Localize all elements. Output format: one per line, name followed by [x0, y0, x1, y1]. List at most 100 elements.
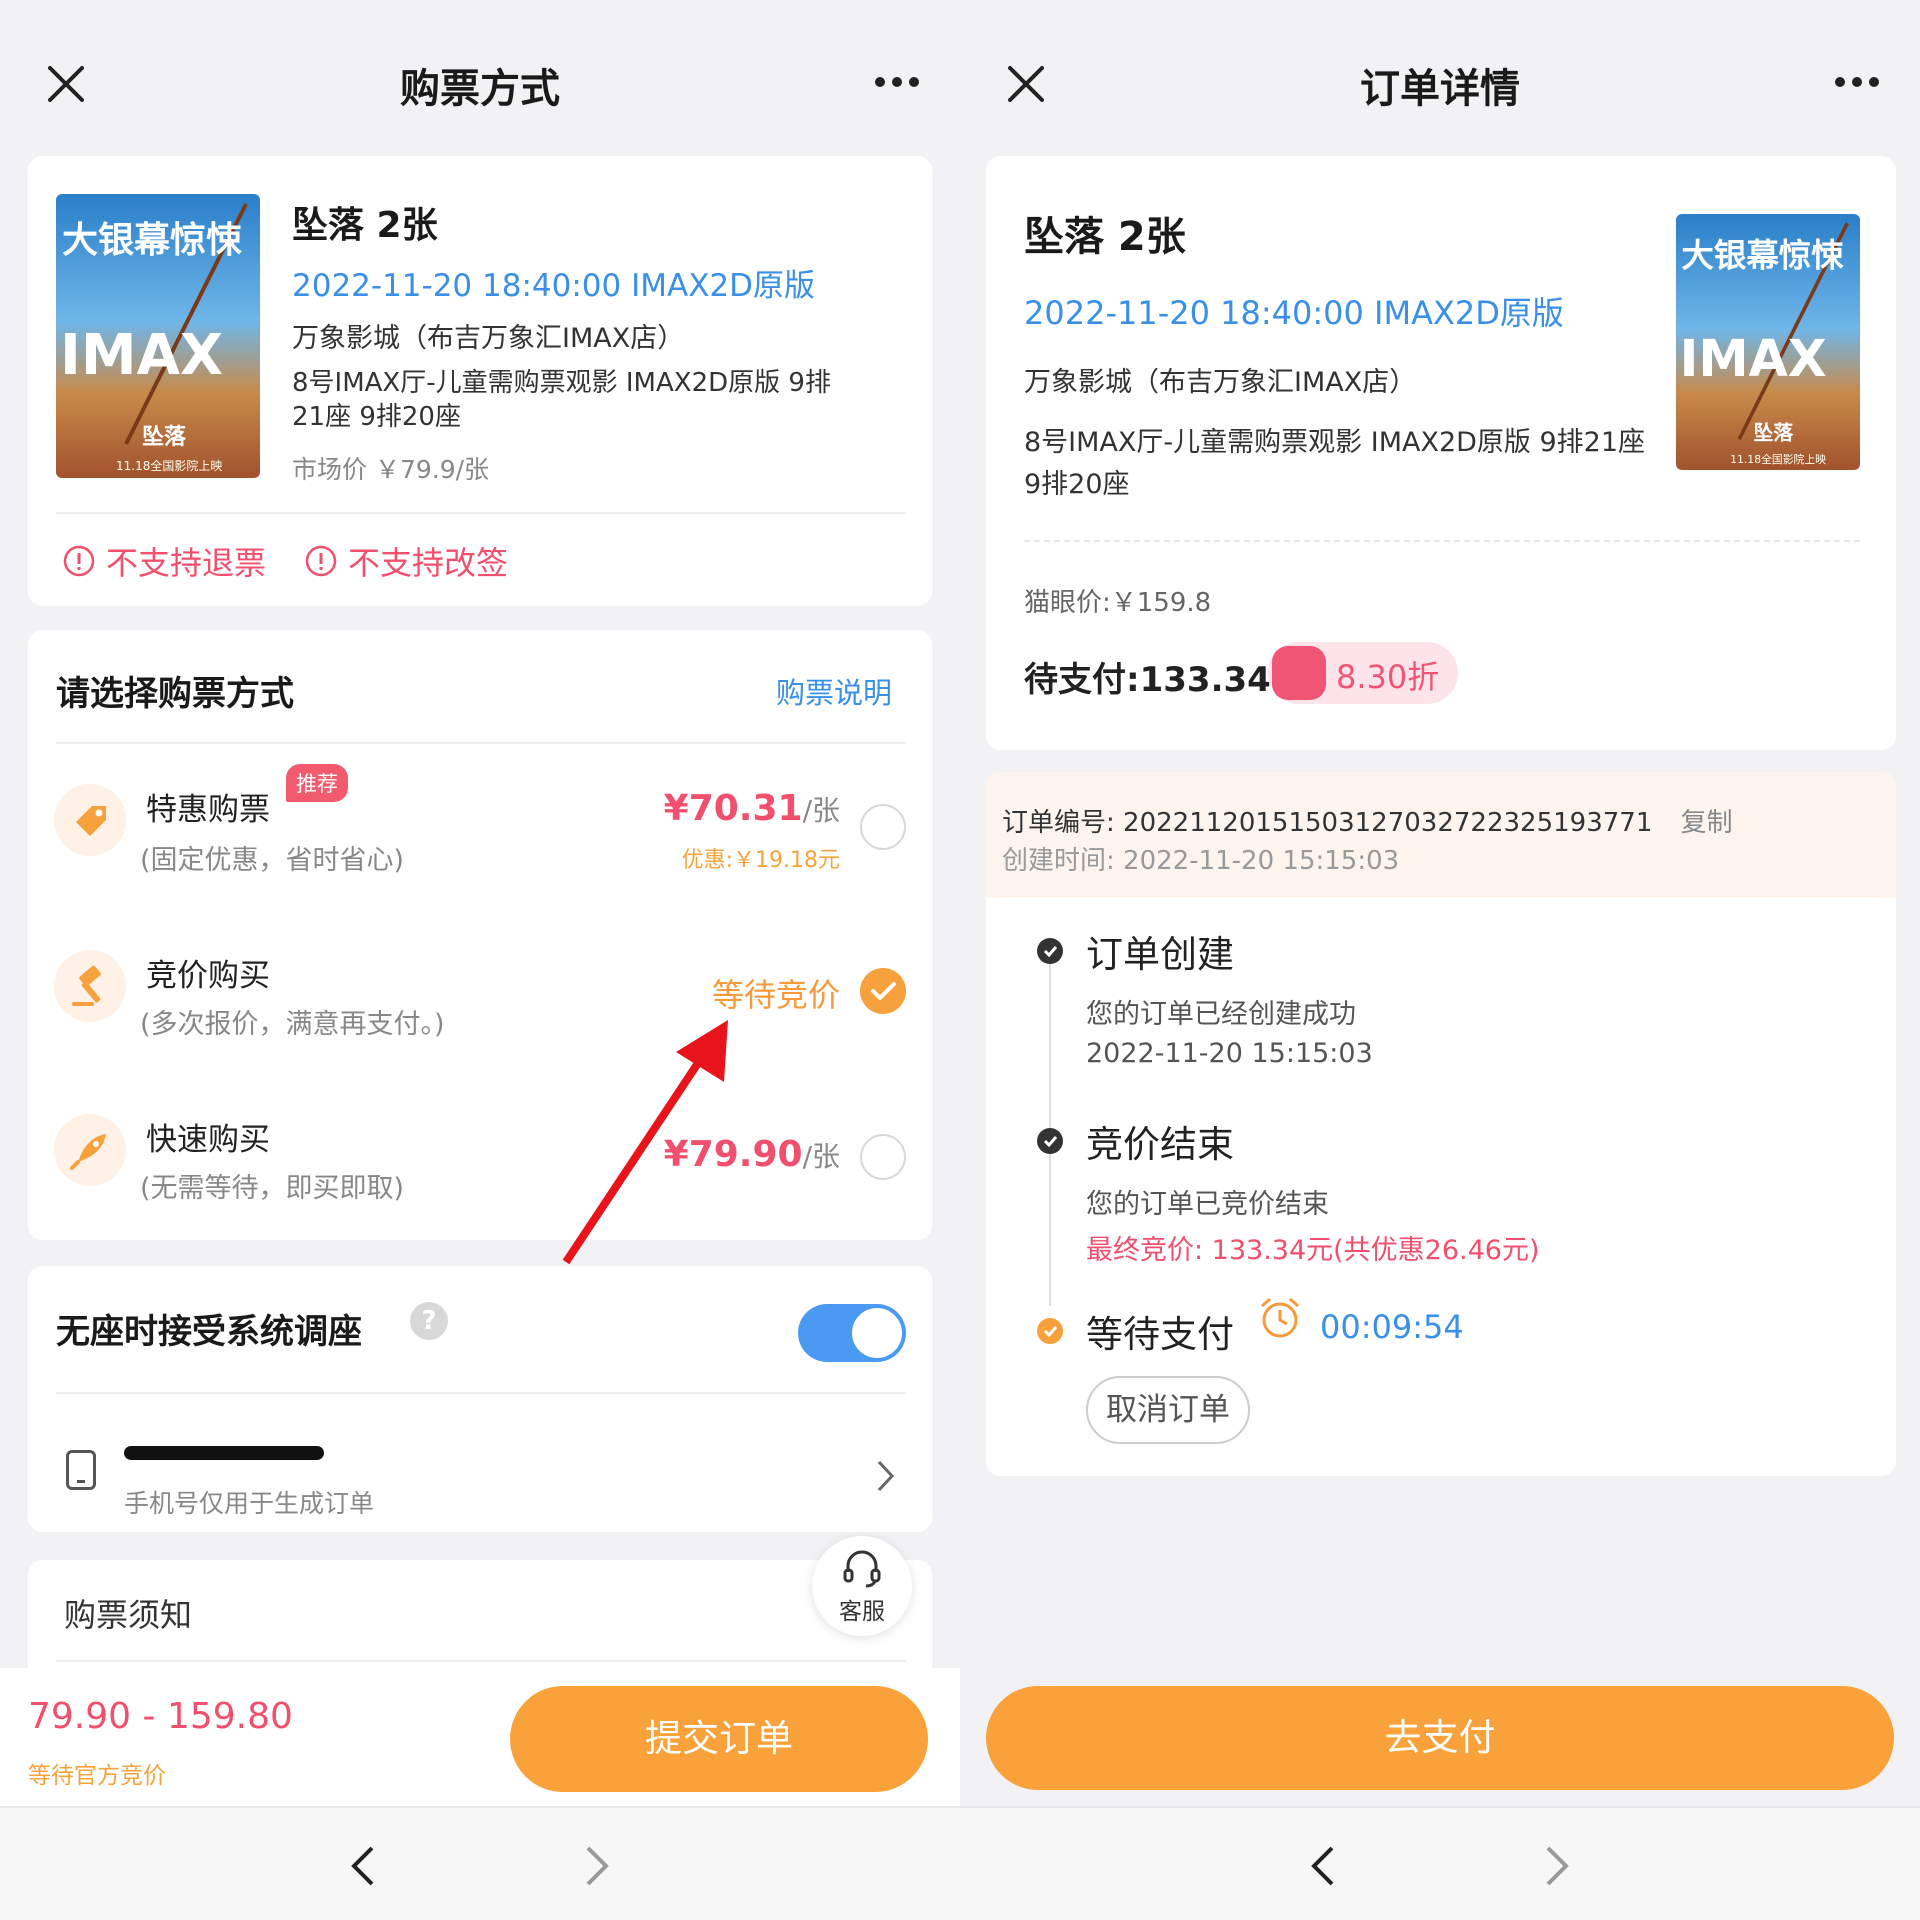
movie-poster: 大银幕惊悚 IMAX 坠落 11.18全国影院上映 [1676, 214, 1860, 470]
back-arrow-icon[interactable] [1310, 1844, 1336, 1888]
created-time-label: 创建时间: [1002, 846, 1115, 876]
forward-arrow-icon[interactable] [1544, 1844, 1570, 1888]
option-name: 特惠购票 [146, 792, 270, 828]
timeline-check-icon [1037, 938, 1063, 964]
option-name: 快速购买 [146, 1122, 270, 1158]
customer-service-label: 客服 [839, 1599, 885, 1625]
option-desc: (固定优惠，省时省心) [140, 845, 405, 876]
bidding-status-note: 等待官方竞价 [28, 1763, 166, 1789]
option-price: ¥79.90/张 [664, 1134, 840, 1175]
more-icon[interactable] [1834, 76, 1880, 88]
discount-value: 8.30折 [1336, 658, 1440, 696]
option-name: 竞价购买 [146, 958, 270, 994]
order-number-label: 订单编号: [1002, 808, 1115, 838]
option-radio[interactable] [860, 804, 906, 850]
maoyan-price: 猫眼价:￥159.8 [1024, 588, 1212, 618]
page-title: 购票方式 [400, 66, 560, 112]
notice-title[interactable]: 购票须知 [64, 1590, 192, 1636]
warning-icon [305, 545, 337, 577]
top-bar: 购票方式 [0, 0, 960, 132]
timeline-step-title: 订单创建 [1086, 933, 1234, 976]
cinema-name: 万象影城（布吉万象汇IMAX店） [1024, 367, 1417, 398]
poster-movie-name: 坠落 [142, 425, 187, 450]
submit-order-button[interactable]: 提交订单 [510, 1686, 928, 1792]
divider [56, 512, 906, 514]
page-title: 订单详情 [1360, 66, 1520, 112]
seat-info-line2: 21座 9排20座 [292, 402, 461, 432]
poster-release-date: 11.18全国影院上映 [116, 458, 222, 473]
payment-countdown: 00:09:54 [1320, 1308, 1464, 1346]
order-info-box: 订单编号: 2022112015150312703272232519377​1 … [986, 772, 1896, 898]
phone-note: 手机号仅用于生成订单 [124, 1489, 375, 1518]
purchase-help-link[interactable]: 购票说明 [776, 670, 892, 712]
no-refund-label: 不支持退票 [106, 544, 267, 582]
seat-adjust-toggle[interactable] [798, 1304, 906, 1362]
poster-imax: IMAX [1680, 329, 1827, 388]
price-range: 79.90 - 159.80 [28, 1696, 293, 1737]
option-desc: (多次报价，满意再支付。) [140, 1009, 445, 1040]
timeline-step-title: 竞价结束 [1086, 1123, 1234, 1166]
warning-icon [63, 545, 95, 577]
timeline-current-icon [1037, 1318, 1063, 1344]
no-change-warning: 不支持改签 [304, 538, 508, 584]
poster-movie-name: 坠落 [1754, 421, 1795, 444]
toggle-knob [852, 1308, 902, 1358]
created-time-row: 创建时间: 2022-11-20 15:15:03 [1002, 840, 1399, 877]
divider [56, 1660, 906, 1662]
purchase-section-title: 请选择购票方式 [56, 674, 294, 714]
price-unit: /张 [802, 1140, 840, 1173]
seat-info: 8号IMAX厅-儿童需购票观影 IMAX2D原版 9排21座 9排20座 [1024, 427, 1646, 500]
order-number: 2022112015150312703272232519377​1 [1123, 808, 1653, 838]
top-bar: 订单详情 [960, 0, 1920, 132]
cancel-order-button[interactable]: 取消订单 [1086, 1376, 1250, 1444]
more-icon[interactable] [874, 76, 920, 88]
no-change-label: 不支持改签 [348, 544, 509, 582]
timeline-step-desc: 您的订单已竞价结束 [1086, 1189, 1329, 1220]
check-icon [871, 982, 896, 1000]
no-refund-warning: 不支持退票 [62, 538, 266, 584]
bidding-status: 等待竞价 [711, 976, 840, 1014]
amount-due: 待支付:133.34 [1024, 660, 1271, 700]
timeline-step-desc: 您的订单已经创建成功 [1086, 999, 1356, 1030]
help-icon[interactable]: ? [410, 1302, 448, 1340]
order-number-row: 订单编号: 2022112015150312703272232519377​1 … [1002, 802, 1733, 839]
dashed-divider [1024, 540, 1860, 542]
tag-icon [54, 784, 126, 856]
timeline-check-icon [1037, 1128, 1063, 1154]
option-discount-amount: 优惠:￥19.18元 [681, 848, 840, 873]
poster-release-date: 11.18全国影院上映 [1730, 452, 1826, 466]
poster-tagline: 大银幕惊悚 [1681, 236, 1844, 274]
copy-button[interactable]: 复制 [1681, 808, 1733, 838]
purchase-method-screen: 购票方式 大银幕惊悚 IMAX 坠落 11.18全国影院上映 坠落 2张 202… [0, 0, 960, 1920]
gavel-icon [54, 950, 126, 1022]
recommend-badge: 推荐 [286, 764, 348, 802]
coupon-icon [1272, 646, 1326, 700]
poster-imax: IMAX [60, 323, 223, 388]
price-value: ¥79.90 [663, 1134, 803, 1175]
chevron-right-icon [877, 1460, 895, 1492]
order-detail-screen: 订单详情 坠落 2张 2022-11-20 18:40:00 IMAX2D原版 … [960, 0, 1920, 1920]
option-radio-checked[interactable] [860, 968, 906, 1014]
showtime: 2022-11-20 18:40:00 IMAX2D原版 [1024, 294, 1564, 332]
movie-title: 坠落 2张 [292, 205, 438, 246]
bottom-bar: 79.90 - 159.80 等待官方竞价 提交订单 [0, 1668, 960, 1806]
seat-info: 8号IMAX厅-儿童需购票观影 IMAX2D原版 9排 21座 9排20座 [292, 366, 831, 434]
cinema-name: 万象影城（布吉万象汇IMAX店） [292, 323, 685, 354]
poster-tagline: 大银幕惊悚 [62, 220, 242, 261]
timeline-step-title: 等待支付 [1086, 1313, 1234, 1356]
back-arrow-icon[interactable] [350, 1844, 376, 1888]
phone-number-redacted [124, 1446, 324, 1460]
divider [56, 1392, 906, 1394]
forward-arrow-icon[interactable] [584, 1844, 610, 1888]
created-time: 2022-11-20 15:15:03 [1123, 846, 1400, 876]
price-value: ¥70.31 [663, 788, 803, 829]
market-price: 市场价 ￥79.9/张 [292, 455, 490, 484]
option-desc: (无需等待，即买即取) [140, 1173, 405, 1204]
phone-icon [66, 1450, 96, 1490]
browser-nav-bar [960, 1806, 1920, 1920]
discount-badge: 8.30折 [1268, 642, 1458, 704]
timeline-step-time: 2022-11-20 15:15:03 [1086, 1038, 1373, 1069]
pay-button[interactable]: 去支付 [986, 1686, 1894, 1790]
option-radio[interactable] [860, 1134, 906, 1180]
customer-service-button[interactable]: 客服 [812, 1536, 912, 1636]
